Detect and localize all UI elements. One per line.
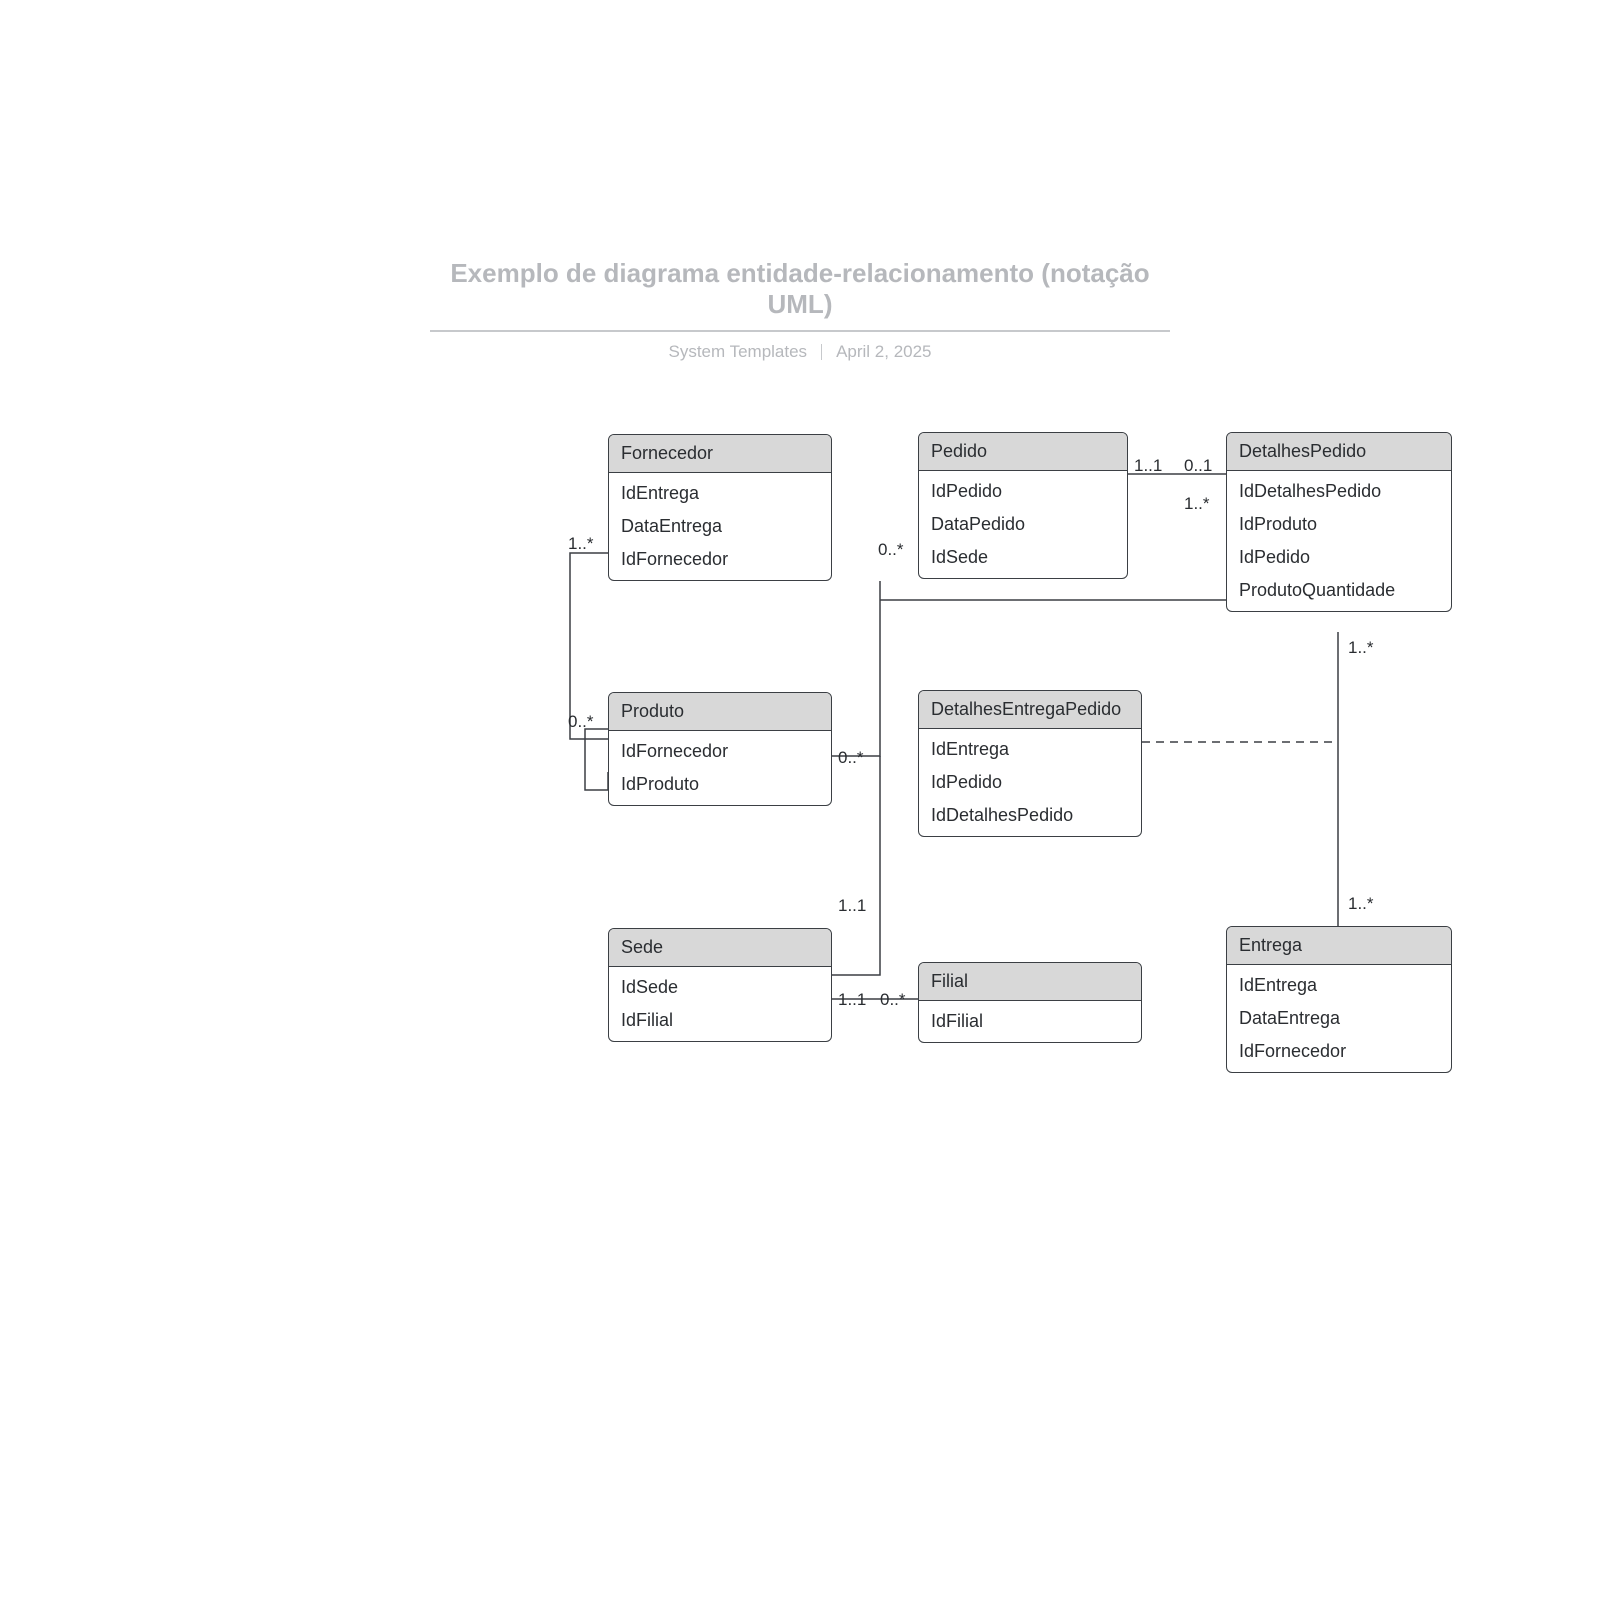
attr: IdEntrega [1227, 969, 1451, 1002]
multiplicity: 0..* [838, 748, 864, 768]
multiplicity: 0..1 [1184, 456, 1212, 476]
diagram-title: Exemplo de diagrama entidade-relacioname… [430, 258, 1170, 332]
attr: ProdutoQuantidade [1227, 574, 1451, 607]
entity-fornecedor[interactable]: Fornecedor IdEntrega DataEntrega IdForne… [608, 434, 832, 581]
entity-title: Produto [609, 693, 831, 731]
entity-attrs: IdSede IdFilial [609, 967, 831, 1041]
entity-title: Fornecedor [609, 435, 831, 473]
diagram-header: Exemplo de diagrama entidade-relacioname… [430, 258, 1170, 362]
attr: IdSede [919, 541, 1127, 574]
entity-detalhesentregapedido[interactable]: DetalhesEntregaPedido IdEntrega IdPedido… [918, 690, 1142, 837]
multiplicity: 1..* [568, 534, 594, 554]
attr: IdPedido [919, 766, 1141, 799]
attr: IdEntrega [609, 477, 831, 510]
entity-title: Filial [919, 963, 1141, 1001]
entity-title: Entrega [1227, 927, 1451, 965]
entity-attrs: IdFilial [919, 1001, 1141, 1042]
entity-attrs: IdEntrega IdPedido IdDetalhesPedido [919, 729, 1141, 836]
entity-attrs: IdEntrega DataEntrega IdFornecedor [1227, 965, 1451, 1072]
entity-entrega[interactable]: Entrega IdEntrega DataEntrega IdForneced… [1226, 926, 1452, 1073]
multiplicity: 1..* [1184, 494, 1210, 514]
entity-attrs: IdDetalhesPedido IdProduto IdPedido Prod… [1227, 471, 1451, 611]
subtitle-author: System Templates [668, 342, 807, 362]
attr: IdFornecedor [609, 543, 831, 576]
attr: IdPedido [919, 475, 1127, 508]
attr: IdDetalhesPedido [919, 799, 1141, 832]
entity-produto[interactable]: Produto IdFornecedor IdProduto [608, 692, 832, 806]
multiplicity: 1..* [1348, 638, 1374, 658]
attr: IdFornecedor [1227, 1035, 1451, 1068]
attr: DataEntrega [1227, 1002, 1451, 1035]
entity-sede[interactable]: Sede IdSede IdFilial [608, 928, 832, 1042]
entity-pedido[interactable]: Pedido IdPedido DataPedido IdSede [918, 432, 1128, 579]
attr: IdDetalhesPedido [1227, 475, 1451, 508]
subtitle-date: April 2, 2025 [836, 342, 931, 362]
entity-title: Pedido [919, 433, 1127, 471]
entity-title: DetalhesEntregaPedido [919, 691, 1141, 729]
multiplicity: 0..* [880, 990, 906, 1010]
multiplicity: 0..* [568, 712, 594, 732]
attr: IdFilial [919, 1005, 1141, 1038]
entity-filial[interactable]: Filial IdFilial [918, 962, 1142, 1043]
entity-title: Sede [609, 929, 831, 967]
entity-title: DetalhesPedido [1227, 433, 1451, 471]
attr: DataPedido [919, 508, 1127, 541]
attr: IdProduto [1227, 508, 1451, 541]
entity-attrs: IdPedido DataPedido IdSede [919, 471, 1127, 578]
multiplicity: 1..* [1348, 894, 1374, 914]
attr: DataEntrega [609, 510, 831, 543]
multiplicity: 0..* [878, 540, 904, 560]
multiplicity: 1..1 [838, 990, 866, 1010]
attr: IdEntrega [919, 733, 1141, 766]
multiplicity: 1..1 [838, 896, 866, 916]
multiplicity: 1..1 [1134, 456, 1162, 476]
attr: IdProduto [609, 768, 831, 801]
entity-attrs: IdFornecedor IdProduto [609, 731, 831, 805]
attr: IdFilial [609, 1004, 831, 1037]
attr: IdPedido [1227, 541, 1451, 574]
entity-detalhespedido[interactable]: DetalhesPedido IdDetalhesPedido IdProdut… [1226, 432, 1452, 612]
attr: IdSede [609, 971, 831, 1004]
subtitle-separator [821, 344, 822, 360]
diagram-subtitle: System Templates April 2, 2025 [430, 342, 1170, 362]
entity-attrs: IdEntrega DataEntrega IdFornecedor [609, 473, 831, 580]
attr: IdFornecedor [609, 735, 831, 768]
